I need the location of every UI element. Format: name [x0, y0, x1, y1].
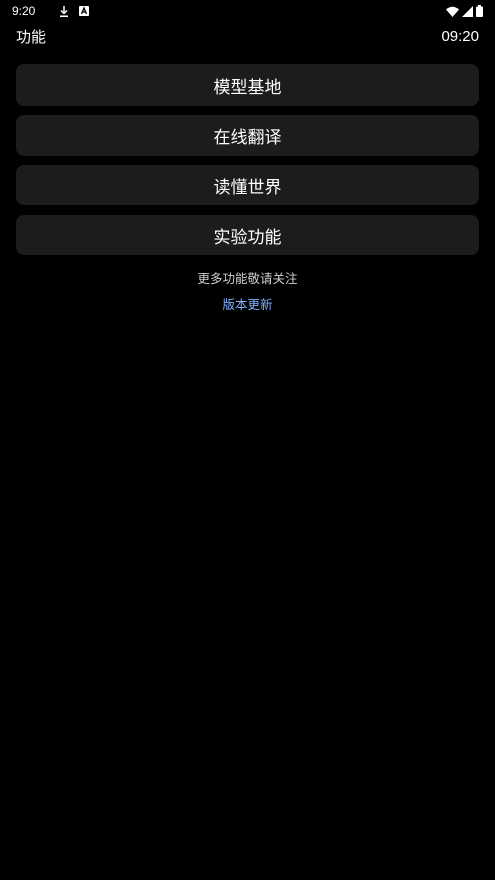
app-header: 功能 09:20 [16, 24, 479, 48]
header-time: 09:20 [441, 27, 479, 45]
version-update-link[interactable]: 版本更新 [0, 294, 495, 313]
status-bar-right [446, 5, 483, 17]
status-clock: 9:20 [12, 4, 36, 18]
experimental-features-button[interactable]: 实验功能 [16, 215, 479, 255]
status-bar-left: 9:20 [12, 4, 90, 18]
more-features-note: 更多功能敬请关注 [197, 271, 298, 286]
battery-icon [476, 5, 483, 17]
understand-world-button[interactable]: 读懂世界 [16, 165, 479, 205]
status-bar: 9:20 [0, 0, 495, 22]
feature-menu: 模型基地 在线翻译 读懂世界 实验功能 [16, 64, 479, 264]
online-translate-button[interactable]: 在线翻译 [16, 115, 479, 156]
wifi-icon [446, 6, 459, 17]
model-base-button[interactable]: 模型基地 [16, 64, 479, 106]
a-box-icon [79, 6, 90, 16]
signal-icon [462, 5, 473, 17]
page-title: 功能 [16, 27, 47, 46]
download-icon [59, 5, 69, 17]
